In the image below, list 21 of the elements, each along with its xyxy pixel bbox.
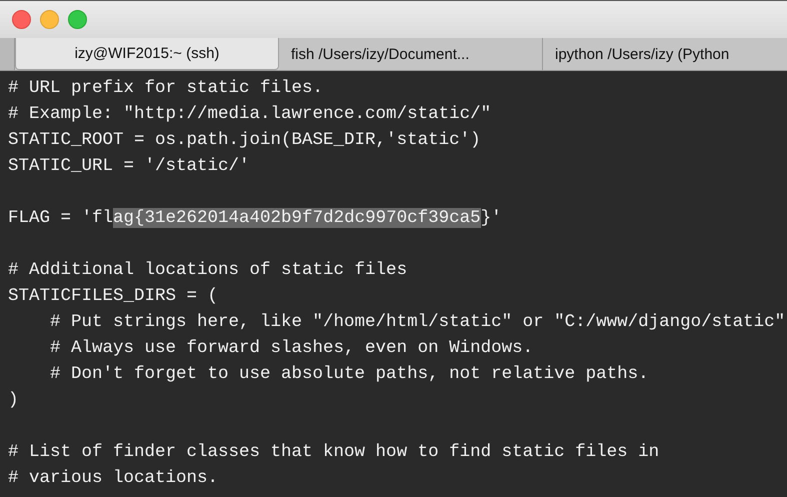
code-text: STATICFILES_DIRS = ( (8, 286, 218, 306)
window-zoom-button[interactable] (68, 10, 87, 29)
window-minimize-button[interactable] (40, 10, 59, 29)
terminal-tab[interactable]: izy@WIF2015:~ (ssh) (15, 38, 279, 70)
code-text: # List of finder classes that know how to find static files in (8, 442, 660, 462)
code-text: # various locations. (8, 468, 218, 488)
terminal-tab[interactable]: fish /Users/izy/Document... (279, 38, 543, 70)
code-text: # Additional locations of static files (8, 260, 408, 280)
code-text: # Always use forward slashes, even on Windows. (49, 338, 534, 358)
code-text: # URL prefix for static files. (8, 78, 324, 98)
code-text: # Put strings here, like "/home/html/static" or "C:/www/django/static" (49, 312, 786, 332)
window-close-button[interactable] (12, 10, 31, 29)
code-text: STATIC_ROOT = os.path.join(BASE_DIR,'static') (8, 130, 481, 150)
code-text: FLAG = 'fl (8, 208, 114, 228)
code-text: # Don't forget to use absolute paths, not relative paths. (49, 364, 649, 384)
code-text: STATIC_URL = '/static/' (8, 156, 250, 176)
code-text: # Example: "http://media.lawrence.com/static/" (8, 104, 492, 124)
code-text: ) (8, 390, 19, 410)
selected-text: ag{31e262014a402b9f7d2dc9970cf39ca5 (113, 208, 481, 228)
terminal-tab[interactable]: ipython /Users/izy (Python (543, 38, 787, 70)
code-text: }' (480, 208, 502, 228)
